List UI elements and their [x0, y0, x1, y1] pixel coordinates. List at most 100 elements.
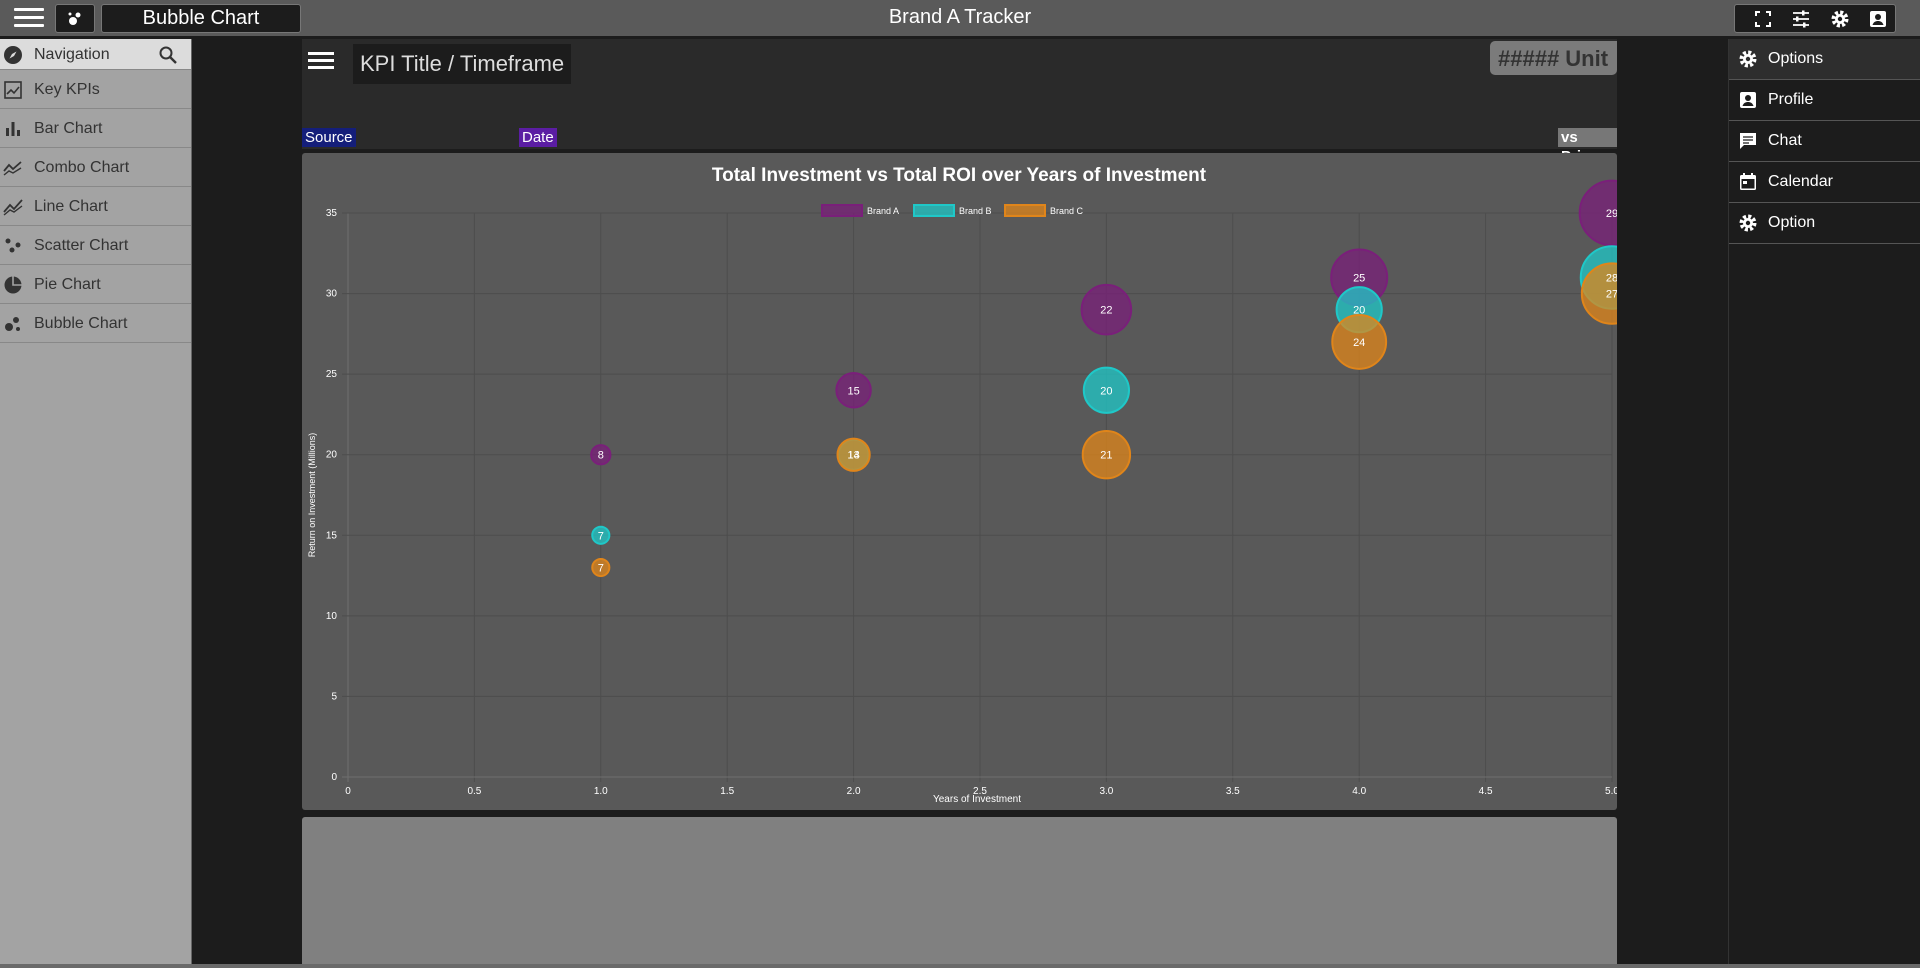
right-item-calendar[interactable]: Calendar: [1729, 162, 1920, 203]
vs-prior-tag[interactable]: vs Prior: [1558, 128, 1617, 165]
sidebar-item-label: Bubble Chart: [34, 315, 128, 332]
x-tick-label: 4.0: [1352, 786, 1366, 797]
nav-header: Navigation: [0, 39, 191, 70]
gear-icon: [1739, 214, 1757, 232]
sidebar-item-label: Pie Chart: [34, 276, 101, 293]
bubble-label: 28: [1606, 272, 1617, 284]
kpi-icon: [4, 81, 22, 99]
pie-chart-icon: [4, 276, 22, 294]
x-axis-label: Years of Investment: [933, 794, 1021, 805]
y-tick-label: 30: [326, 289, 338, 300]
y-tick-label: 35: [326, 208, 338, 219]
bubble-chart: 0 0.5 1.0 1.5 2.0 2.5 3.0 3.5 4.0 4.5 5.0051015202…: [307, 165, 1617, 805]
profile-icon[interactable]: [1867, 9, 1889, 29]
legend-swatch: [1004, 204, 1046, 217]
x-tick-label: 3.0: [1099, 786, 1113, 797]
kpi-title: KPI Title / Timeframe: [353, 44, 572, 84]
sidebar-item-label: Scatter Chart: [34, 237, 129, 254]
chart-title: Total Investment vs Total ROI over Years…: [712, 165, 1207, 186]
y-axis-label: Return on Investment (Millions): [307, 433, 317, 558]
bottom-edge: [0, 964, 1920, 968]
bubble-label: 22: [1100, 305, 1112, 317]
chart-card: 0 0.5 1.0 1.5 2.0 2.5 3.0 3.5 4.0 4.5 5.0 0 5 10 15 20 2…: [302, 153, 1617, 810]
y-tick-label: 5: [331, 691, 337, 702]
sidebar-item-combo-chart[interactable]: Combo Chart: [0, 148, 191, 187]
bubble-label: 7: [598, 530, 604, 542]
y-tick-label: 15: [326, 530, 338, 541]
x-tick-label: 5.0: [1605, 786, 1617, 797]
x-tick-label: 0.5: [467, 786, 481, 797]
chart-axes: 0 0.5 1.0 1.5 2.0 2.5 3.0 3.5 4.0 4.5 5.0051015202…: [326, 208, 1617, 797]
bubble-label: 15: [847, 385, 859, 397]
legend-label: Brand A: [867, 206, 899, 216]
sidebar-item-line-chart[interactable]: Line Chart: [0, 187, 191, 226]
bubble-label: 24: [1353, 337, 1365, 349]
right-item-label: Option: [1768, 214, 1816, 231]
y-tick-label: 20: [326, 450, 338, 461]
bubble-label: 14: [847, 450, 859, 462]
sidebar-item-bar-chart[interactable]: Bar Chart: [0, 109, 191, 148]
sidebar-item-label: Key KPIs: [34, 81, 100, 98]
chat-icon: [1740, 133, 1756, 149]
right-item-label: Profile: [1768, 91, 1814, 108]
x-tick-label: 1.5: [720, 786, 734, 797]
y-tick-label: 25: [326, 369, 338, 380]
date-tag[interactable]: Date: [519, 128, 557, 147]
right-item-chat[interactable]: Chat: [1729, 121, 1920, 162]
gear-icon[interactable]: [1829, 9, 1851, 29]
right-sidebar: Options Profile Chat Calendar Option: [1728, 39, 1920, 968]
x-tick-label: 1.0: [594, 786, 608, 797]
bar-chart-icon: [6, 122, 20, 136]
right-item-options[interactable]: Options: [1729, 39, 1920, 80]
x-tick-label: 2.0: [847, 786, 861, 797]
chart-legend: Brand A Brand B Brand C: [821, 204, 1084, 217]
kpi-header: KPI Title / Timeframe ##### Unit Source …: [302, 39, 1617, 165]
right-item-label: Chat: [1768, 132, 1802, 149]
sidebar-item-scatter-chart[interactable]: Scatter Chart: [0, 226, 191, 265]
right-item-label: Calendar: [1768, 173, 1833, 190]
chart-grid: [342, 212, 1613, 782]
legend-swatch: [821, 204, 863, 217]
x-tick-label: 0: [345, 786, 351, 797]
kpi-menu-button[interactable]: [304, 47, 336, 75]
sidebar-item-key-kpis[interactable]: Key KPIs: [0, 70, 191, 109]
sidebar-item-label: Line Chart: [34, 198, 108, 215]
bubble-label: 21: [1100, 450, 1112, 462]
sidebar-item-label: Bar Chart: [34, 120, 103, 137]
right-item-profile[interactable]: Profile: [1729, 80, 1920, 121]
fullscreen-icon[interactable]: [1752, 9, 1774, 29]
top-bar: Bubble Chart Brand A Tracker: [0, 0, 1920, 36]
bubble-label: 27: [1606, 289, 1617, 301]
y-tick-label: 0: [331, 772, 337, 783]
page-name: Bubble Chart: [101, 4, 301, 33]
sidebar-item-pie-chart[interactable]: Pie Chart: [0, 265, 191, 304]
calendar-icon: [1740, 173, 1756, 190]
sliders-icon[interactable]: [1790, 9, 1812, 29]
bubble-label: 20: [1353, 305, 1365, 317]
toolbar: [1734, 4, 1896, 33]
sidebar-item-label: Combo Chart: [34, 159, 130, 176]
profile-icon: [1740, 92, 1756, 108]
y-tick-label: 10: [326, 611, 338, 622]
search-icon[interactable]: [158, 45, 178, 65]
x-tick-label: 3.5: [1226, 786, 1240, 797]
bubble-app-icon[interactable]: [55, 4, 95, 33]
secondary-card: [302, 817, 1617, 968]
x-tick-label: 4.5: [1479, 786, 1493, 797]
bubble-label: 25: [1353, 272, 1365, 284]
bubble-label: 7: [598, 563, 604, 575]
bubble-label: 8: [598, 450, 604, 462]
source-tag[interactable]: Source: [302, 128, 356, 147]
scatter-chart-icon: [5, 238, 21, 253]
bubble-label: 29: [1606, 208, 1617, 220]
legend-label: Brand B: [959, 206, 992, 216]
sidebar-item-bubble-chart[interactable]: Bubble Chart: [0, 304, 191, 343]
line-chart-icon: [3, 199, 23, 216]
kpi-unit: ##### Unit: [1490, 41, 1617, 75]
hamburger-menu-button[interactable]: [8, 5, 48, 31]
left-sidebar: Navigation Key KPIs Bar Chart Combo Char…: [0, 39, 192, 968]
nav-header-label: Navigation: [34, 46, 110, 63]
chart-bubbles: 815222529713202028714 212427: [590, 179, 1617, 578]
right-item-option[interactable]: Option: [1729, 203, 1920, 244]
bubble-label: 20: [1100, 385, 1112, 397]
